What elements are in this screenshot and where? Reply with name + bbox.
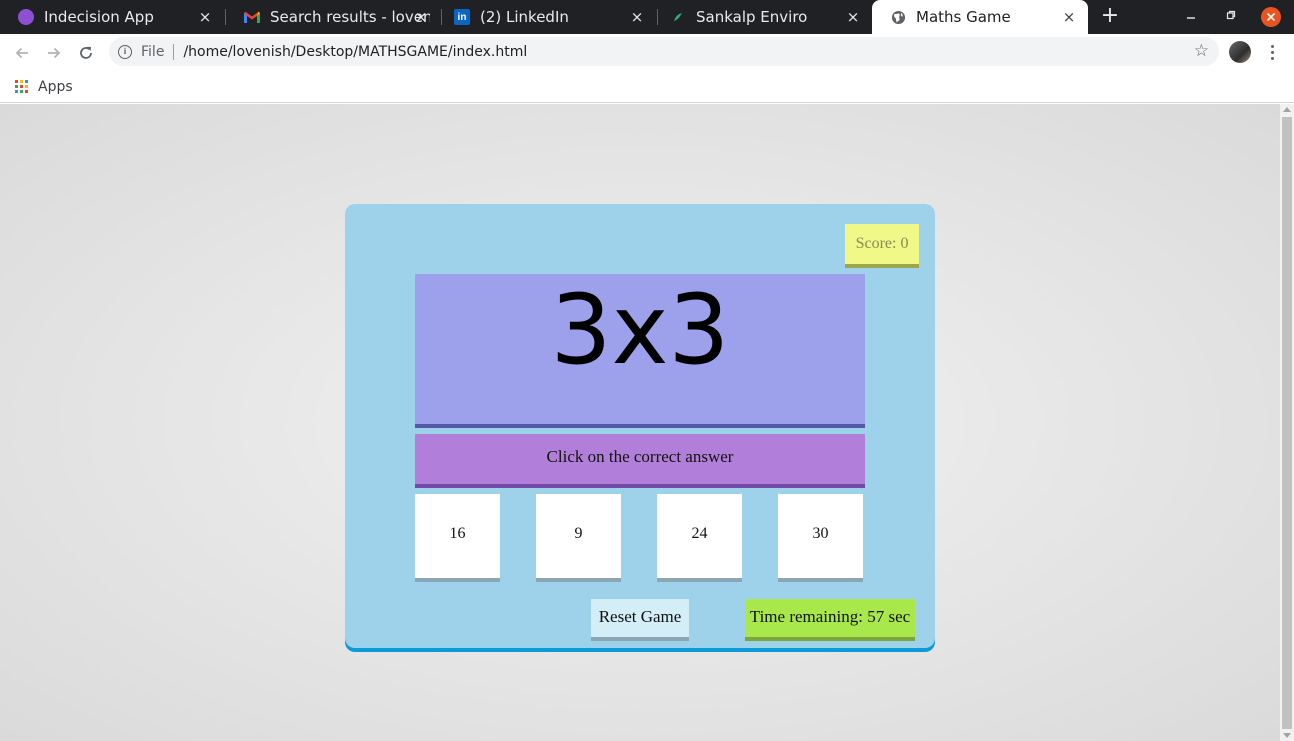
minimize-window-icon[interactable] bbox=[1181, 7, 1201, 27]
tab-linkedin[interactable]: in (2) LinkedIn × bbox=[436, 0, 656, 34]
url-text[interactable]: /home/lovenish/Desktop/MATHSGAME/index.h… bbox=[183, 44, 527, 60]
tab-title: Search results - lovenish bbox=[270, 8, 430, 26]
vertical-scrollbar[interactable] bbox=[1280, 104, 1294, 741]
answer-choice-1[interactable]: 16 bbox=[415, 494, 500, 578]
question-display: 3x3 bbox=[415, 274, 865, 424]
close-window-icon[interactable] bbox=[1261, 7, 1281, 27]
address-separator bbox=[173, 43, 175, 60]
tab-title: (2) LinkedIn bbox=[480, 8, 569, 26]
reset-game-button[interactable]: Reset Game bbox=[591, 599, 689, 637]
score-box: Score: 0 bbox=[845, 224, 919, 264]
tab-close-icon[interactable]: × bbox=[412, 8, 430, 26]
gmail-favicon-icon bbox=[244, 9, 260, 25]
bookmarks-bar: Apps bbox=[0, 71, 1294, 103]
tab-indecision-app[interactable]: Indecision App × bbox=[0, 0, 224, 34]
tab-sankalp-enviro[interactable]: Sankalp Enviro × bbox=[652, 0, 872, 34]
browser-toolbar: i File /home/lovenish/Desktop/MATHSGAME/… bbox=[0, 34, 1294, 71]
linkedin-favicon-icon: in bbox=[454, 9, 470, 25]
answer-choice-3[interactable]: 24 bbox=[657, 494, 742, 578]
restore-window-icon[interactable] bbox=[1221, 7, 1241, 27]
tab-search-results[interactable]: Search results - lovenish × bbox=[226, 0, 440, 34]
info-icon[interactable]: i bbox=[118, 44, 132, 59]
profile-avatar[interactable] bbox=[1229, 41, 1251, 63]
game-container: Score: 0 3x3 Click on the correct answer… bbox=[345, 204, 935, 648]
new-tab-button[interactable]: + bbox=[1098, 5, 1122, 29]
globe-favicon-icon bbox=[890, 9, 906, 25]
tab-strip: Indecision App × Search results - loveni… bbox=[0, 0, 1294, 34]
tab-title: Indecision App bbox=[44, 8, 154, 26]
indecision-favicon-icon bbox=[18, 9, 34, 25]
reload-icon[interactable] bbox=[73, 40, 99, 66]
scroll-up-arrow-icon[interactable] bbox=[1283, 107, 1291, 112]
back-arrow-icon[interactable] bbox=[9, 40, 35, 66]
tab-close-icon[interactable]: × bbox=[196, 8, 214, 26]
answer-choice-4[interactable]: 30 bbox=[778, 494, 863, 578]
scroll-thumb[interactable] bbox=[1282, 117, 1292, 729]
scheme-label: File bbox=[141, 43, 165, 60]
tab-maths-game[interactable]: Maths Game × bbox=[872, 0, 1088, 34]
address-bar[interactable]: i File /home/lovenish/Desktop/MATHSGAME/… bbox=[109, 37, 1219, 66]
instruction-banner: Click on the correct answer bbox=[415, 434, 865, 484]
apps-grid-icon[interactable] bbox=[15, 80, 28, 93]
answer-choice-2[interactable]: 9 bbox=[536, 494, 621, 578]
tab-close-icon[interactable]: × bbox=[628, 8, 646, 26]
tab-close-icon[interactable]: × bbox=[844, 8, 862, 26]
tab-close-icon[interactable]: × bbox=[1060, 8, 1078, 26]
bookmark-star-icon[interactable]: ☆ bbox=[1194, 42, 1209, 60]
apps-bookmark[interactable]: Apps bbox=[38, 79, 73, 95]
time-remaining-box: Time remaining: 57 sec bbox=[745, 599, 915, 637]
tab-title: Sankalp Enviro bbox=[696, 8, 808, 26]
scroll-down-arrow-icon[interactable] bbox=[1283, 733, 1291, 738]
forward-arrow-icon[interactable] bbox=[41, 40, 67, 66]
browser-menu-icon[interactable] bbox=[1264, 41, 1280, 63]
page-viewport: Score: 0 3x3 Click on the correct answer… bbox=[0, 104, 1280, 741]
tab-title: Maths Game bbox=[916, 8, 1011, 26]
sankalp-favicon-icon bbox=[670, 9, 686, 25]
